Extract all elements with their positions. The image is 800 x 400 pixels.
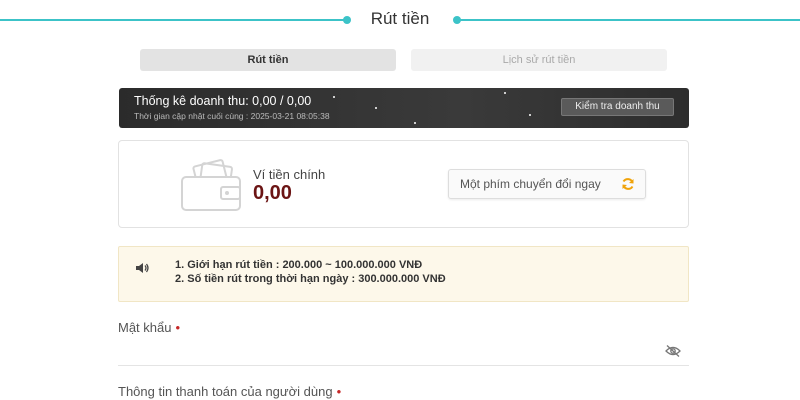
required-marker: • <box>175 320 181 335</box>
password-label: Mật khẩu • <box>118 320 181 335</box>
refresh-icon <box>622 178 634 190</box>
header-divider-right <box>457 19 800 21</box>
notice-list: 1. Giới hạn rút tiền : 200.000 ~ 100.000… <box>175 258 446 286</box>
wallet-icon <box>181 159 241 211</box>
notice-item: 2. Số tiền rút trong thời hạn ngày : 300… <box>175 273 446 285</box>
revenue-panel: Thống kê doanh thu: 0,00 / 0,00 Thời gia… <box>119 88 689 128</box>
password-input-underline[interactable] <box>118 365 689 366</box>
sparkle <box>529 114 531 116</box>
header-dot-left <box>343 16 351 24</box>
wallet-label: Ví tiền chính <box>253 167 326 182</box>
page-title: Rút tiền <box>370 9 430 28</box>
notice-item: 1. Giới hạn rút tiền : 200.000 ~ 100.000… <box>175 259 423 271</box>
payment-info-label: Thông tin thanh toán của người dùng • <box>118 384 342 399</box>
eye-slash-icon[interactable] <box>665 345 681 357</box>
required-marker: • <box>336 384 342 399</box>
one-click-convert-button[interactable]: Một phím chuyển đổi ngay <box>448 169 646 199</box>
revenue-title: Thống kê doanh thu: 0,00 / 0,00 <box>134 94 312 108</box>
speaker-icon <box>136 263 149 273</box>
check-revenue-button[interactable]: Kiểm tra doanh thu <box>561 98 674 116</box>
main-wallet-card: Ví tiền chính 0,00 Một phím chuyển đổi n… <box>118 140 689 228</box>
header-divider-left <box>0 19 345 21</box>
tab-withdraw[interactable]: Rút tiền <box>140 49 396 71</box>
sparkle <box>504 92 506 94</box>
sparkle <box>375 107 377 109</box>
sparkle <box>414 122 416 124</box>
revenue-updated-time: Thời gian cập nhật cuối cùng : 2025-03-2… <box>134 111 330 121</box>
sparkle <box>333 96 335 98</box>
tab-withdraw-history[interactable]: Lịch sử rút tiền <box>411 49 667 71</box>
wallet-balance: 0,00 <box>253 182 292 204</box>
convert-button-label: Một phím chuyển đổi ngay <box>460 177 601 191</box>
withdraw-limit-notice: 1. Giới hạn rút tiền : 200.000 ~ 100.000… <box>118 246 689 302</box>
page-header: Rút tiền <box>0 0 800 40</box>
